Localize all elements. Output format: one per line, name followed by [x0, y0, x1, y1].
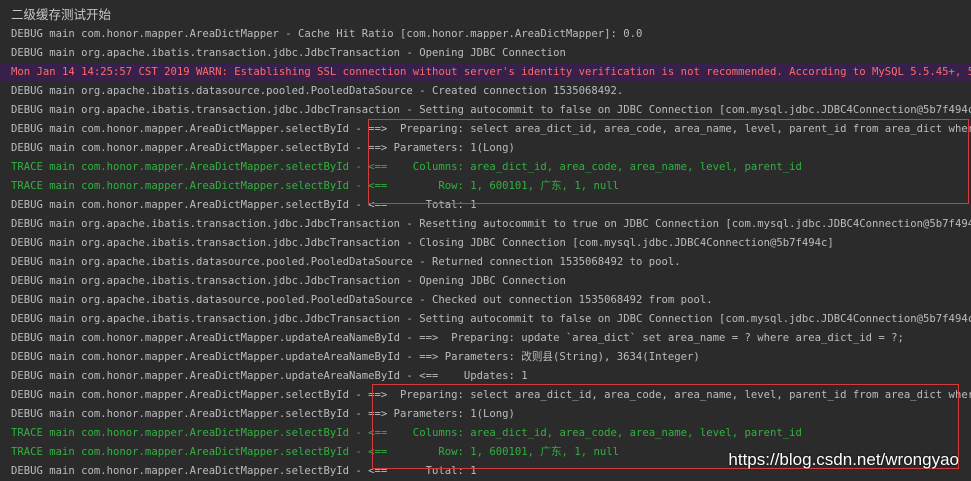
- warn-log-line: Mon Jan 14 14:25:57 CST 2019 WARN: Estab…: [0, 63, 971, 82]
- log-line: DEBUG main org.apache.ibatis.datasource.…: [11, 85, 624, 97]
- log-line: DEBUG main com.honor.mapper.AreaDictMapp…: [11, 389, 971, 401]
- log-line: DEBUG main org.apache.ibatis.transaction…: [11, 237, 834, 249]
- log-line: DEBUG main org.apache.ibatis.datasource.…: [11, 256, 681, 268]
- log-line: DEBUG main org.apache.ibatis.transaction…: [11, 47, 566, 59]
- log-line: DEBUG main com.honor.mapper.AreaDictMapp…: [11, 408, 515, 420]
- test-start-title: 二级缓存测试开始: [11, 8, 112, 22]
- log-line: DEBUG main com.honor.mapper.AreaDictMapp…: [11, 28, 643, 40]
- log-line: TRACE main com.honor.mapper.AreaDictMapp…: [11, 161, 802, 173]
- log-line: DEBUG main org.apache.ibatis.datasource.…: [11, 294, 713, 306]
- log-line: TRACE main com.honor.mapper.AreaDictMapp…: [11, 180, 619, 192]
- watermark: https://blog.csdn.net/wrongyao: [728, 450, 959, 469]
- log-line: DEBUG main com.honor.mapper.AreaDictMapp…: [11, 370, 528, 382]
- log-line: DEBUG main org.apache.ibatis.transaction…: [11, 104, 971, 116]
- log-line: DEBUG main org.apache.ibatis.transaction…: [11, 313, 971, 325]
- log-line: DEBUG main com.honor.mapper.AreaDictMapp…: [11, 199, 477, 211]
- console-output: 二级缓存测试开始 DEBUG main com.honor.mapper.Are…: [0, 0, 971, 477]
- log-line: DEBUG main com.honor.mapper.AreaDictMapp…: [11, 332, 904, 344]
- log-line: DEBUG main org.apache.ibatis.transaction…: [11, 218, 971, 230]
- log-line: DEBUG main com.honor.mapper.AreaDictMapp…: [11, 351, 700, 363]
- log-line: TRACE main com.honor.mapper.AreaDictMapp…: [11, 427, 802, 439]
- log-line: DEBUG main com.honor.mapper.AreaDictMapp…: [11, 142, 515, 154]
- log-line: DEBUG main com.honor.mapper.AreaDictMapp…: [11, 123, 971, 135]
- log-line: DEBUG main org.apache.ibatis.transaction…: [11, 275, 566, 287]
